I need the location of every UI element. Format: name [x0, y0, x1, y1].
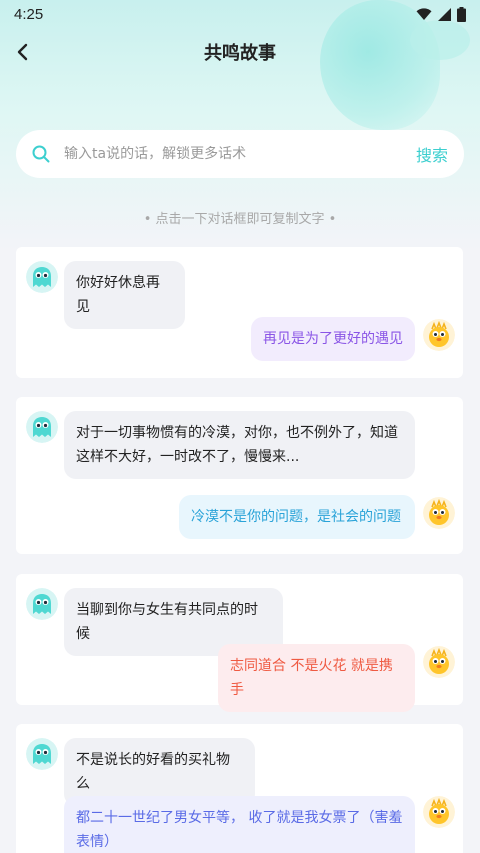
- search-icon: [32, 145, 50, 163]
- nav-bar: 共鸣故事: [0, 28, 480, 76]
- chick-avatar-icon: [423, 497, 455, 529]
- right-reply-bubble[interactable]: 都二十一世纪了男女平等， 收了就是我女票了（害羞表情）: [64, 796, 415, 853]
- signal-icon: [438, 7, 451, 21]
- conversation-card: 不是说长的好看的买礼物么 都二十一世纪了男女平等， 收了就是我女票了（害羞表情）: [16, 724, 463, 853]
- chick-avatar-icon: [423, 646, 455, 678]
- copy-hint: • 点击一下对话框即可复制文字 •: [143, 212, 337, 227]
- chick-avatar-icon: [423, 796, 455, 828]
- search-input[interactable]: [64, 146, 416, 162]
- back-button[interactable]: [10, 38, 34, 66]
- conversation-card: 当聊到你与女生有共同点的时候 志同道合 不是火花 就是携手: [16, 574, 463, 712]
- left-message-bubble[interactable]: 你好好休息再见: [64, 261, 185, 329]
- wifi-icon: [416, 7, 432, 20]
- ghost-avatar-icon: [26, 738, 58, 770]
- status-icons: [416, 6, 466, 22]
- back-arrow-icon: [17, 43, 28, 61]
- right-reply-bubble[interactable]: 再见是为了更好的遇见: [251, 317, 415, 361]
- left-message-bubble[interactable]: 对于一切事物惯有的冷漠，对你，也不例外了，知道这样不大好，一时改不了，慢慢来..…: [64, 411, 415, 479]
- ghost-avatar-icon: [26, 261, 58, 293]
- conversation-card: 对于一切事物惯有的冷漠，对你，也不例外了，知道这样不大好，一时改不了，慢慢来..…: [16, 397, 463, 554]
- conversation-card: 你好好休息再见 再见是为了更好的遇见: [16, 247, 463, 378]
- ghost-avatar-icon: [26, 588, 58, 620]
- status-time: 4:25: [14, 5, 44, 23]
- chick-avatar-icon: [423, 319, 455, 351]
- right-reply-bubble[interactable]: 志同道合 不是火花 就是携手: [218, 644, 415, 712]
- search-button[interactable]: 搜索: [416, 142, 448, 166]
- page-title: 共鸣故事: [204, 43, 276, 64]
- ghost-avatar-icon: [26, 411, 58, 443]
- battery-icon: [457, 6, 466, 22]
- right-reply-bubble[interactable]: 冷漠不是你的问题，是社会的问题: [179, 495, 415, 539]
- status-bar: 4:25: [0, 0, 480, 28]
- search-bar: 搜索: [16, 130, 464, 178]
